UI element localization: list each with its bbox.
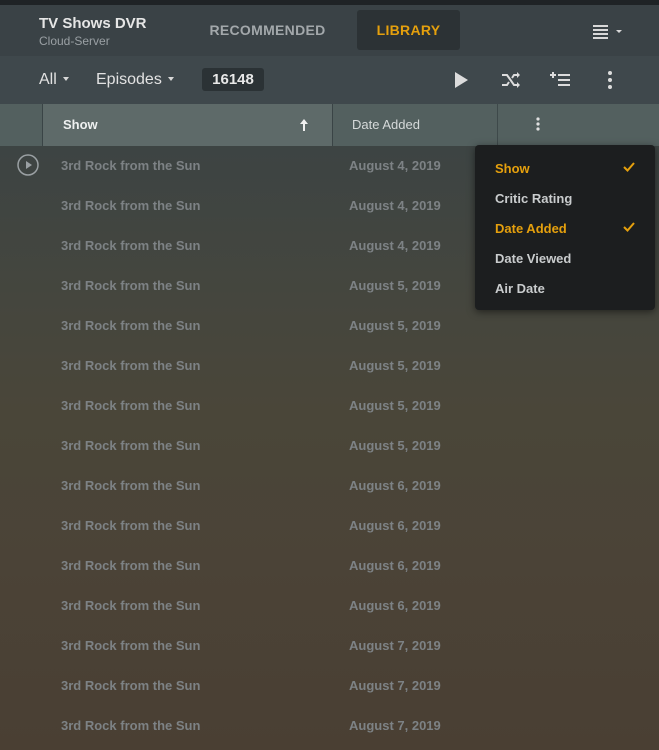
row-date-added: August 4, 2019 [349,198,441,213]
type-dropdown[interactable]: Episodes [96,71,174,89]
more-vertical-icon [536,117,540,131]
date-added-column-label[interactable]: Date Added [352,117,420,132]
sort-ascending-icon [300,119,308,131]
item-count-badge: 16148 [202,68,264,91]
row-date-added: August 6, 2019 [349,558,441,573]
row-show-title: 3rd Rock from the Sun [61,278,201,293]
row-date-added: August 5, 2019 [349,278,441,293]
row-date-added: August 6, 2019 [349,598,441,613]
row-show-title: 3rd Rock from the Sun [61,598,201,613]
row-show-title: 3rd Rock from the Sun [61,678,201,693]
menu-item-date-added[interactable]: Date Added [495,221,567,236]
row-show-title: 3rd Rock from the Sun [61,638,201,653]
row-show-title: 3rd Rock from the Sun [61,558,201,573]
row-show-title: 3rd Rock from the Sun [61,718,201,733]
row-show-title: 3rd Rock from the Sun [61,358,201,373]
server-name: Cloud-Server [39,34,110,48]
row-date-added: August 6, 2019 [349,518,441,533]
app-header: TV Shows DVR Cloud-Server RECOMMENDED LI… [0,5,659,56]
row-date-added: August 5, 2019 [349,398,441,413]
column-options-button[interactable] [532,116,544,134]
row-date-added: August 5, 2019 [349,318,441,333]
library-title[interactable]: TV Shows DVR [39,15,147,32]
list-view-icon [593,25,622,39]
type-label: Episodes [96,71,162,88]
menu-item-critic-rating[interactable]: Critic Rating [495,191,572,206]
table-row[interactable]: 3rd Rock from the Sun August 5, 2019 [0,346,659,386]
table-row[interactable]: 3rd Rock from the Sun August 6, 2019 [0,506,659,546]
row-show-title: 3rd Rock from the Sun [61,158,201,173]
row-date-added: August 4, 2019 [349,158,441,173]
row-show-title: 3rd Rock from the Sun [61,518,201,533]
checkmark-icon [623,222,635,232]
row-date-added: August 7, 2019 [349,638,441,653]
play-button[interactable] [450,69,472,91]
table-row[interactable]: 3rd Rock from the Sun August 7, 2019 [0,626,659,666]
table-row[interactable]: 3rd Rock from the Sun August 6, 2019 [0,586,659,626]
play-circle-icon[interactable] [17,154,39,176]
caret-down-icon [167,77,174,81]
row-show-title: 3rd Rock from the Sun [61,238,201,253]
table-row[interactable]: 3rd Rock from the Sun August 7, 2019 [0,666,659,706]
table-row[interactable]: 3rd Rock from the Sun August 5, 2019 [0,306,659,346]
checkmark-icon [623,162,635,172]
menu-item-show[interactable]: Show [495,161,530,176]
library-toolbar: All Episodes 16148 [0,56,659,104]
row-date-added: August 7, 2019 [349,678,441,693]
column-header: Show Date Added [0,104,659,146]
row-date-added: August 4, 2019 [349,238,441,253]
column-divider [497,104,498,146]
menu-item-air-date[interactable]: Air Date [495,281,545,296]
show-column-header[interactable]: Show [42,104,333,146]
play-icon [455,72,468,88]
table-row[interactable]: 3rd Rock from the Sun August 6, 2019 [0,466,659,506]
row-show-title: 3rd Rock from the Sun [61,478,201,493]
shuffle-icon [502,72,520,88]
add-to-queue-button[interactable] [549,69,571,91]
row-show-title: 3rd Rock from the Sun [61,438,201,453]
table-row[interactable]: 3rd Rock from the Sun August 6, 2019 [0,546,659,586]
table-row[interactable]: 3rd Rock from the Sun August 7, 2019 [0,706,659,746]
tab-library[interactable]: LIBRARY [357,10,460,50]
column-options-menu: Show Critic Rating Date Added Date Viewe… [475,145,655,310]
menu-item-date-viewed[interactable]: Date Viewed [495,251,571,266]
row-show-title: 3rd Rock from the Sun [61,398,201,413]
row-date-added: August 6, 2019 [349,478,441,493]
row-show-title: 3rd Rock from the Sun [61,318,201,333]
caret-down-icon [62,77,69,81]
row-show-title: 3rd Rock from the Sun [61,198,201,213]
row-date-added: August 5, 2019 [349,358,441,373]
show-column-label: Show [63,117,98,132]
view-mode-button[interactable] [590,22,630,42]
more-options-button[interactable] [599,69,621,91]
add-to-queue-icon [550,72,570,86]
tab-recommended[interactable]: RECOMMENDED [190,10,345,50]
table-row[interactable]: 3rd Rock from the Sun August 5, 2019 [0,386,659,426]
shuffle-button[interactable] [500,69,522,91]
filter-dropdown[interactable]: All [39,71,69,89]
table-row[interactable]: 3rd Rock from the Sun August 5, 2019 [0,426,659,466]
row-date-added: August 7, 2019 [349,718,441,733]
filter-label: All [39,71,57,88]
more-vertical-icon [608,71,612,89]
row-date-added: August 5, 2019 [349,438,441,453]
